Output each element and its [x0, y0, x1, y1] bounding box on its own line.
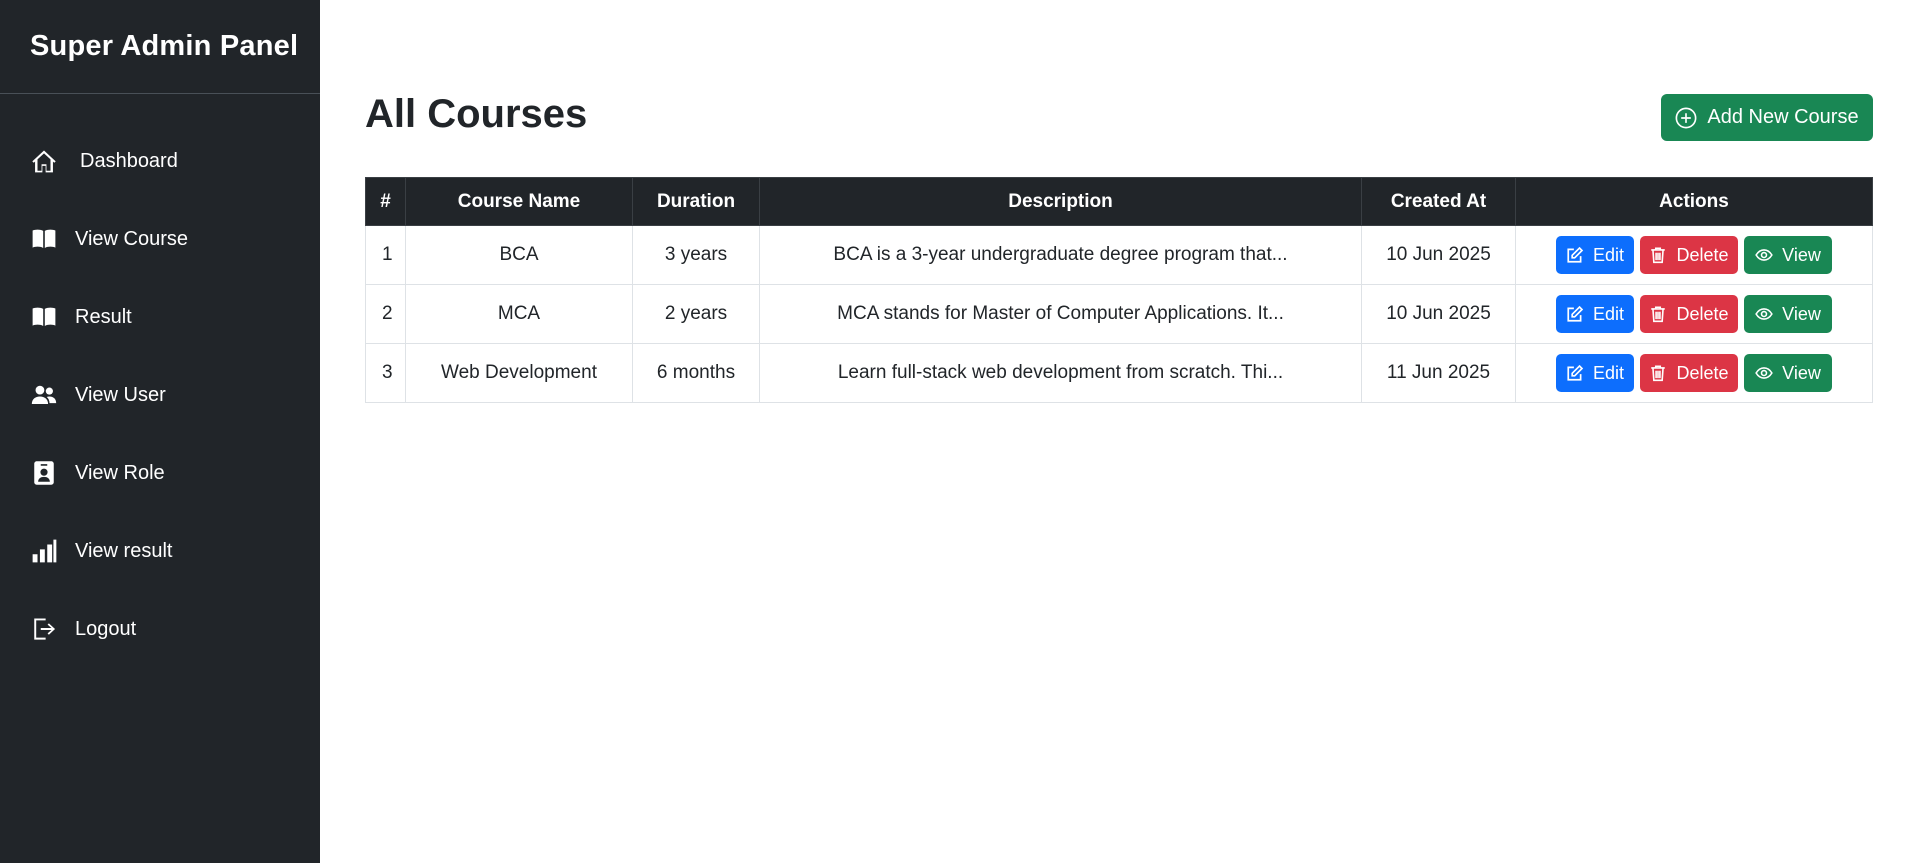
- sidebar-item-view-user[interactable]: View User: [0, 356, 320, 434]
- sidebar-item-dashboard[interactable]: Dashboard: [0, 122, 320, 200]
- edit-label: Edit: [1592, 244, 1625, 265]
- trash-icon: [1649, 364, 1676, 382]
- course-name: BCA: [405, 225, 633, 285]
- course-created-at: 10 Jun 2025: [1361, 225, 1516, 285]
- sidebar-item-view-course[interactable]: View Course: [0, 200, 320, 278]
- eye-icon: [1755, 364, 1782, 382]
- view-label: View: [1782, 244, 1821, 265]
- delete-label: Delete: [1676, 303, 1729, 324]
- sidebar-item-view-role[interactable]: View Role: [0, 434, 320, 512]
- view-label: View: [1782, 362, 1821, 383]
- house-icon: [30, 147, 58, 175]
- eye-icon: [1755, 246, 1782, 264]
- row-actions: Edit Delete View: [1515, 284, 1873, 344]
- course-description: Learn full-stack web development from sc…: [759, 343, 1362, 403]
- row-number: 3: [365, 343, 406, 403]
- course-duration: 2 years: [632, 284, 760, 344]
- logout-icon: [30, 615, 58, 643]
- edit-label: Edit: [1592, 362, 1625, 383]
- edit-icon: [1566, 246, 1593, 264]
- sidebar-item-logout[interactable]: Logout: [0, 590, 320, 668]
- sidebar-item-label: View User: [75, 383, 166, 406]
- edit-label: Edit: [1592, 303, 1625, 324]
- view-label: View: [1782, 303, 1821, 324]
- page-header: All Courses Add New Course: [365, 0, 1873, 177]
- column-header: Created At: [1361, 177, 1516, 226]
- table-row: 2 MCA 2 years MCA stands for Master of C…: [365, 284, 1873, 344]
- sidebar: Super Admin Panel Dashboard View Course …: [0, 0, 320, 863]
- sidebar-title: Super Admin Panel: [0, 0, 320, 94]
- sidebar-item-label: Dashboard: [80, 149, 178, 172]
- view-button[interactable]: View: [1744, 354, 1832, 392]
- course-name: MCA: [405, 284, 633, 344]
- book-icon: [30, 303, 58, 331]
- course-description: BCA is a 3-year undergraduate degree pro…: [759, 225, 1362, 285]
- course-created-at: 10 Jun 2025: [1361, 284, 1516, 344]
- sidebar-item-label: View result: [75, 539, 173, 562]
- book-icon: [30, 225, 58, 253]
- sidebar-item-label: Result: [75, 305, 132, 328]
- main-content: All Courses Add New Course # Course Name…: [365, 0, 1873, 403]
- add-new-course-label: Add New Course: [1707, 106, 1859, 128]
- add-new-course-button[interactable]: Add New Course: [1661, 94, 1873, 141]
- column-header: Actions: [1515, 177, 1873, 226]
- delete-label: Delete: [1676, 244, 1729, 265]
- table-row: 1 BCA 3 years BCA is a 3-year undergradu…: [365, 225, 1873, 285]
- sidebar-item-label: View Role: [75, 461, 165, 484]
- course-duration: 6 months: [632, 343, 760, 403]
- view-button[interactable]: View: [1744, 295, 1832, 333]
- sidebar-item-view-result[interactable]: View result: [0, 512, 320, 590]
- bar-chart-icon: [30, 537, 58, 565]
- delete-button[interactable]: Delete: [1640, 354, 1738, 392]
- view-button[interactable]: View: [1744, 236, 1832, 274]
- course-name: Web Development: [405, 343, 633, 403]
- sidebar-item-result[interactable]: Result: [0, 278, 320, 356]
- course-description: MCA stands for Master of Computer Applic…: [759, 284, 1362, 344]
- column-header: Duration: [632, 177, 760, 226]
- courses-table: # Course Name Duration Description Creat…: [365, 177, 1873, 403]
- delete-button[interactable]: Delete: [1640, 236, 1738, 274]
- sidebar-nav: Dashboard View Course Result View User V…: [0, 94, 320, 668]
- table-header-row: # Course Name Duration Description Creat…: [365, 177, 1873, 226]
- course-duration: 3 years: [632, 225, 760, 285]
- delete-label: Delete: [1676, 362, 1729, 383]
- column-header: #: [365, 177, 406, 226]
- sidebar-item-label: View Course: [75, 227, 189, 250]
- row-number: 1: [365, 225, 406, 285]
- people-icon: [30, 381, 58, 409]
- column-header: Description: [759, 177, 1362, 226]
- page-title: All Courses: [365, 92, 588, 136]
- table-row: 3 Web Development 6 months Learn full-st…: [365, 343, 1873, 403]
- column-header: Course Name: [405, 177, 633, 226]
- plus-circle-icon: [1675, 107, 1707, 129]
- person-badge-icon: [30, 459, 58, 487]
- row-actions: Edit Delete View: [1515, 343, 1873, 403]
- edit-icon: [1566, 305, 1593, 323]
- row-number: 2: [365, 284, 406, 344]
- sidebar-item-label: Logout: [75, 617, 137, 640]
- edit-button[interactable]: Edit: [1556, 295, 1634, 333]
- eye-icon: [1755, 305, 1782, 323]
- edit-button[interactable]: Edit: [1556, 354, 1634, 392]
- row-actions: Edit Delete View: [1515, 225, 1873, 285]
- trash-icon: [1649, 305, 1676, 323]
- course-created-at: 11 Jun 2025: [1361, 343, 1516, 403]
- edit-icon: [1566, 364, 1593, 382]
- edit-button[interactable]: Edit: [1556, 236, 1634, 274]
- trash-icon: [1649, 246, 1676, 264]
- delete-button[interactable]: Delete: [1640, 295, 1738, 333]
